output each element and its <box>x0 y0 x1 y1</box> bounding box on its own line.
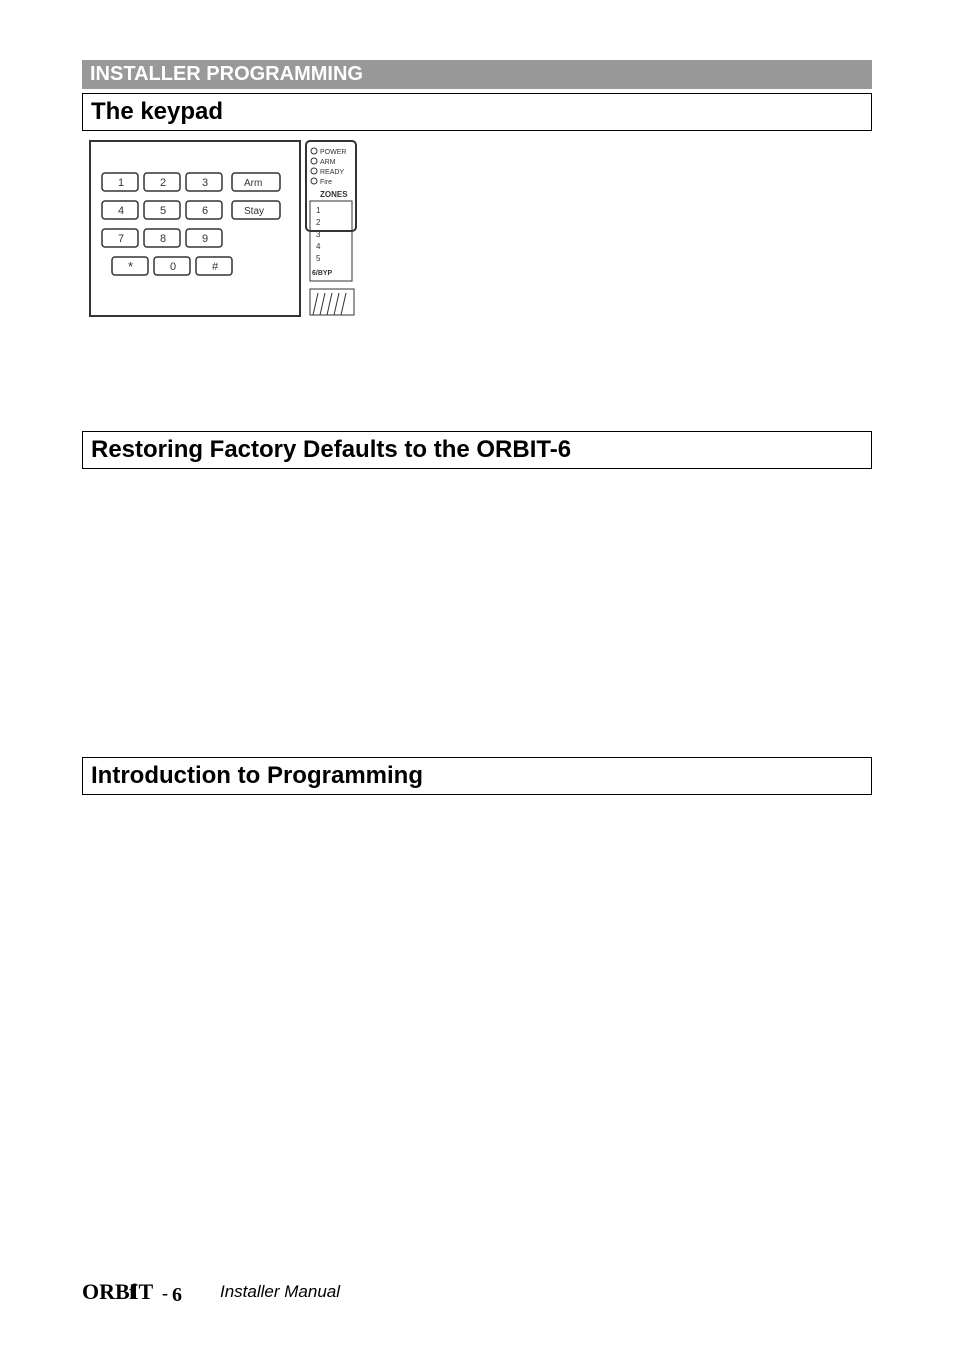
svg-text:6/BYP: 6/BYP <box>312 270 333 277</box>
footer-logo: ORB IT f - 6 <box>82 1277 212 1307</box>
svg-text:POWER: POWER <box>320 149 346 156</box>
svg-text:7: 7 <box>118 233 124 245</box>
svg-text:8: 8 <box>160 233 166 245</box>
svg-text:2: 2 <box>316 218 321 227</box>
footer: ORB IT f - 6 Installer Manual <box>82 1277 340 1307</box>
restore-page-ref: on page 32 and 33 <box>363 561 505 580</box>
svg-text:2: 2 <box>160 177 166 189</box>
section-title-restore: Restoring Factory Defaults to the ORBIT-… <box>82 431 872 469</box>
svg-text:4: 4 <box>118 205 124 217</box>
restore-orbit6-1: ORBIT-6 <box>126 475 193 494</box>
restore-line1: The ORBIT-6 is shipped from the factory … <box>92 475 862 495</box>
restore-line3: To restore ORBIT-6 to factory defaults u… <box>214 535 862 555</box>
restore-line5: In addition, you may return to main prog… <box>92 611 862 671</box>
restore-line3-post: to factory defaults use Locations 96 and… <box>361 535 690 554</box>
restore-line3-pre: To restore <box>214 535 294 554</box>
svg-text:5: 5 <box>160 205 166 217</box>
svg-text:5: 5 <box>316 254 321 263</box>
svg-text:f: f <box>129 1279 137 1304</box>
svg-text:0: 0 <box>170 261 176 273</box>
svg-text:ARM: ARM <box>320 159 336 166</box>
svg-text:Arm: Arm <box>244 178 262 189</box>
restore-line4-hidden: as described <box>262 561 363 580</box>
restore-line4: as described on page 32 and 33 <box>262 561 862 581</box>
svg-text:3: 3 <box>202 177 208 189</box>
svg-text:6: 6 <box>202 205 208 217</box>
restore-orbit6-2: ORBIT-6 <box>294 535 361 554</box>
page-number: 17 <box>849 1283 868 1303</box>
svg-text:1: 1 <box>316 206 321 215</box>
svg-text:Stay: Stay <box>244 206 264 217</box>
header-bar: INSTALLER PROGRAMMING <box>82 60 872 89</box>
svg-text:ZONES: ZONES <box>320 190 348 199</box>
svg-text:*: * <box>128 259 133 274</box>
restore-line1-post: is shipped from the factory with a set o… <box>193 475 548 494</box>
restore-line1-pre: The <box>92 475 126 494</box>
svg-text:9: 9 <box>202 233 208 245</box>
restore-line2-hidden: values. If desired, you may restore defa… <box>152 501 862 525</box>
svg-text:6: 6 <box>172 1284 182 1306</box>
svg-text:4: 4 <box>316 242 321 251</box>
section-title-keypad: The keypad <box>82 93 872 131</box>
keypad-figure: POWER ARM READY Fire ZONES 1 2 3 4 5 6/B… <box>88 139 872 319</box>
svg-text:1: 1 <box>118 177 124 189</box>
svg-text:-: - <box>162 1283 168 1303</box>
svg-text:#: # <box>212 261 219 273</box>
section-title-intro: Introduction to Programming <box>82 757 872 795</box>
svg-text:READY: READY <box>320 169 344 176</box>
restore-line5-hidden: In addition, you may return to main prog… <box>92 611 538 630</box>
keypad-desc-hidden: The keypad is used to program the ORBIT-… <box>398 139 798 190</box>
restore-orbit6-3: ORBIT-6 <box>637 631 704 650</box>
svg-text:Fire: Fire <box>320 179 332 186</box>
footer-label: Installer Manual <box>220 1282 340 1302</box>
svg-text:ORB: ORB <box>82 1279 130 1304</box>
svg-text:3: 3 <box>316 230 321 239</box>
keypad-illustration: POWER ARM READY Fire ZONES 1 2 3 4 5 6/B… <box>88 139 358 319</box>
restore-line5-post: 's parameters as needed. <box>92 631 829 670</box>
